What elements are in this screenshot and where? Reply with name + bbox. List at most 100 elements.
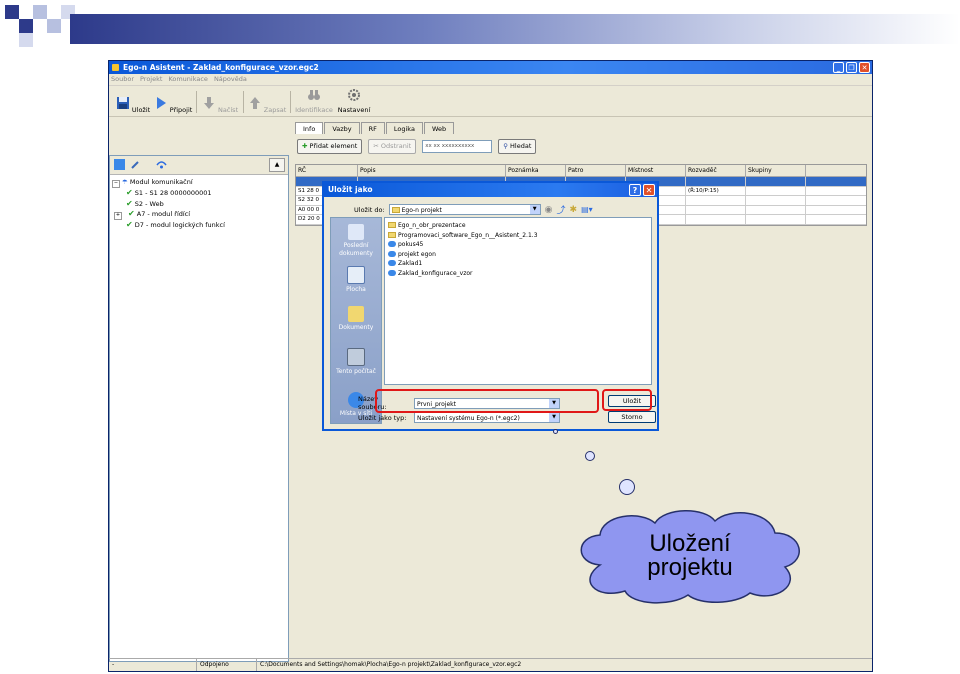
file-list: Ego_n_obr_prezentace Programovaci_softwa… (384, 217, 652, 385)
col-popis[interactable]: Popis (358, 165, 506, 176)
write-button[interactable]: Zapsat (247, 96, 287, 116)
menu-napoveda[interactable]: Nápověda (214, 74, 247, 85)
network-icon: ☂ (122, 178, 128, 186)
up-folder-icon[interactable]: ⤴ (557, 203, 566, 216)
egon-file-icon (388, 260, 396, 266)
play-icon (156, 97, 166, 109)
search-button[interactable]: ⚲ Hledat (498, 138, 537, 154)
tab-info[interactable]: Info (295, 122, 324, 134)
tab-vazby[interactable]: Vazby (324, 122, 360, 134)
tree-item[interactable]: ✔ D7 - modul logických funkcí (112, 220, 286, 231)
place-documents[interactable]: Dokumenty (331, 306, 381, 332)
place-recent[interactable]: Poslední dokumenty (331, 224, 381, 257)
module-icon[interactable] (114, 159, 125, 170)
settings-button[interactable]: Nastavení (334, 88, 374, 116)
back-icon[interactable]: ◉ (545, 205, 553, 215)
app-icon (112, 64, 119, 71)
egon-file-icon (388, 241, 396, 247)
bubble-dot (553, 429, 558, 434)
close-icon[interactable]: ✕ (859, 62, 870, 73)
binoculars-icon: ⚲ (503, 141, 508, 150)
plus-icon: ✚ (302, 141, 308, 150)
list-item[interactable]: Zaklad1 (388, 259, 648, 269)
connect-button[interactable]: Připojit (153, 96, 193, 116)
load-button[interactable]: Načíst (200, 96, 240, 116)
grid-header: RČ Popis Poznámka Patro Místnost Rozvadě… (296, 165, 866, 177)
tree-item[interactable]: + ✔ A7 - modul řídící (112, 209, 286, 220)
tree-item[interactable]: ✔ S2 - Web (112, 199, 286, 210)
add-element-button[interactable]: ✚ Přidat element (297, 138, 363, 154)
app-titlebar: Ego-n Asistent - Zaklad_konfigurace_vzor… (109, 61, 872, 74)
slide-decoration (0, 0, 960, 50)
list-item[interactable]: Programovaci_software_Ego_n__Asistent_2.… (388, 231, 648, 241)
menu-soubor[interactable]: Soubor (111, 74, 134, 85)
dialog-titlebar: Uložit jako ? ✕ (324, 183, 657, 197)
col-mistnost[interactable]: Místnost (626, 165, 686, 176)
dialog-title: Uložit jako (328, 185, 373, 194)
arrow-down-icon (203, 97, 214, 109)
restore-icon[interactable]: ❐ (846, 62, 857, 73)
collapse-button[interactable]: ▲ (269, 158, 285, 172)
save-highlight (602, 389, 652, 411)
col-rozvadec[interactable]: Rozvaděč (686, 165, 746, 176)
search-input[interactable]: xx xx xxxxxxxxxx (422, 139, 493, 153)
close-icon[interactable]: ✕ (643, 184, 655, 196)
save-button[interactable]: Uložit (113, 96, 153, 116)
computer-icon (347, 348, 365, 366)
tab-logika[interactable]: Logika (385, 122, 423, 134)
tool-icon[interactable] (130, 159, 141, 170)
list-item[interactable]: Ego_n_obr_prezentace (388, 221, 648, 231)
callout-text: Uložení projektu (647, 530, 733, 581)
col-poznamka[interactable]: Poznámka (506, 165, 566, 176)
binoculars-icon (308, 90, 320, 100)
check-icon: ✔ (126, 188, 133, 197)
minimize-icon[interactable]: _ (833, 62, 844, 73)
place-computer[interactable]: Tento počítač (331, 348, 381, 376)
check-icon: ✔ (126, 198, 133, 208)
recent-docs-icon (348, 224, 364, 240)
list-item[interactable]: projekt egon (388, 250, 648, 260)
place-desktop[interactable]: Plocha (331, 266, 381, 294)
list-item[interactable]: Zaklad_konfigurace_vzor (388, 269, 648, 279)
list-item[interactable]: pokus45 (388, 240, 648, 250)
network-icon[interactable] (156, 159, 167, 170)
view-menu-icon[interactable]: ▤▾ (581, 205, 593, 214)
status-bar: - Odpojeno C:\Documents and Settings\hom… (109, 658, 872, 671)
documents-folder-icon (348, 306, 364, 322)
tab-web[interactable]: Web (423, 122, 455, 134)
col-skupiny[interactable]: Skupiny (746, 165, 806, 176)
menu-projekt[interactable]: Projekt (140, 74, 162, 85)
identify-button[interactable]: Identifikace (294, 88, 334, 116)
bubble-dot (585, 451, 595, 461)
egon-file-icon (388, 250, 396, 257)
menu-komunikace[interactable]: Komunikace (168, 74, 208, 85)
tree-item[interactable]: ✔ S1 - S1 28 0000000001 (112, 188, 286, 199)
main-toolbar: Uložit Připojit Načíst Zapsat Identifika… (109, 86, 872, 117)
filetype-row: Uložit jako typ: Nastavení systému Ego-n… (358, 412, 560, 423)
app-title: Ego-n Asistent - Zaklad_konfigurace_vzor… (123, 63, 319, 72)
look-in-row: Uložit do: Ego-n projekt ▼ ◉ ⤴ ✱ ▤▾ (354, 203, 593, 216)
filetype-select[interactable]: Nastavení systému Ego-n (*.egc2) ▼ (414, 412, 560, 423)
help-icon[interactable]: ? (629, 184, 641, 196)
tree-item[interactable]: − ☂ Modul komunikační (112, 178, 286, 188)
module-tree: − ☂ Modul komunikační ✔ S1 - S1 28 000000… (110, 175, 288, 234)
tree-pane: ▲ − ☂ Modul komunikační ✔ S1 - S1 28 0000… (109, 155, 289, 662)
egon-file-icon (388, 269, 396, 276)
col-patro[interactable]: Patro (566, 165, 626, 176)
look-in-select[interactable]: Ego-n projekt ▼ (388, 204, 541, 215)
element-toolbar: ✚ Přidat element ✂ Odstranit xx xx xxxxx… (295, 136, 873, 156)
folder-icon (391, 207, 400, 213)
check-icon: ✔ (128, 209, 135, 218)
col-rc[interactable]: RČ (296, 165, 358, 176)
folder-icon (388, 231, 396, 238)
desktop-icon (347, 266, 365, 284)
remove-button[interactable]: ✂ Odstranit (368, 138, 417, 154)
bubble-dot (619, 479, 635, 495)
folder-icon (388, 222, 396, 228)
arrow-up-icon (249, 97, 260, 109)
new-folder-icon[interactable]: ✱ (570, 205, 578, 215)
chevron-down-icon: ▼ (549, 413, 559, 422)
tab-rf[interactable]: RF (360, 122, 385, 134)
look-in-label: Uložit do: (354, 205, 385, 214)
cancel-button[interactable]: Storno (608, 411, 656, 423)
